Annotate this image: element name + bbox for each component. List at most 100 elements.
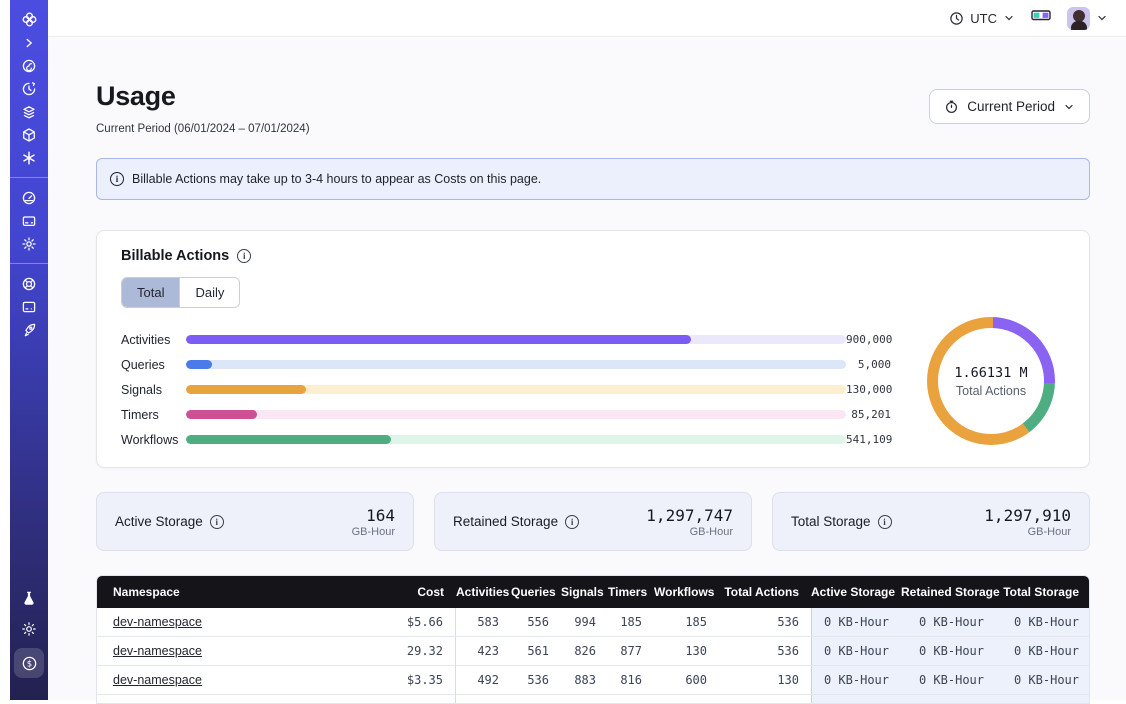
bar-value: 541,109 [846, 433, 892, 446]
namespaces-icon[interactable] [14, 54, 44, 77]
timezone-selector[interactable]: UTC [949, 11, 1015, 26]
storage-value: 1,297,747 [646, 506, 733, 525]
col-signals: Signals [561, 585, 608, 599]
billable-actions-card: Billable Actions i Total Daily Activitie… [96, 230, 1090, 468]
bar-fill [186, 335, 691, 344]
bar-value: 900,000 [846, 333, 892, 346]
info-icon: i [110, 172, 124, 186]
svg-text:$: $ [26, 659, 31, 669]
page-subtitle: Current Period (06/01/2024 – 07/01/2024) [96, 123, 310, 135]
chevron-down-icon [1063, 101, 1075, 113]
billable-actions-title: Billable Actions i [121, 248, 251, 264]
getting-started-rocket-icon[interactable] [14, 318, 44, 341]
queries-cell: 536 [511, 673, 561, 687]
user-avatar [1067, 7, 1090, 30]
cli-terminal-icon[interactable] [14, 295, 44, 318]
queries-cell: 556 [511, 615, 561, 629]
col-cost: Cost [359, 576, 456, 608]
usage-dollar-icon[interactable]: $ [14, 648, 44, 678]
queries-cell: 561 [511, 644, 561, 658]
signals-cell: 994 [561, 615, 608, 629]
active-storage-cell: 0 KB-Hour [811, 666, 901, 694]
bar-value: 5,000 [858, 358, 891, 371]
current-period-dropdown[interactable]: Current Period [929, 89, 1090, 124]
col-active-storage: Active Storage [811, 585, 901, 599]
workflows-cell: 185 [654, 615, 719, 629]
donut-center: 1.66131 M Total Actions [927, 317, 1055, 445]
billable-actions-tabs: Total Daily [121, 277, 240, 308]
bar-label: Workflows [121, 433, 186, 447]
col-namespace: Namespace [97, 585, 359, 599]
retained-storage-cell: 0 KB-Hour [901, 666, 996, 694]
info-icon[interactable]: i [878, 515, 892, 529]
storage-card-value-block: 164 GB-Hour [352, 506, 395, 538]
total-storage-cell: 0 KB-Hour [996, 608, 1090, 636]
labs-flask-icon[interactable] [14, 586, 44, 609]
col-total-actions: Total Actions [719, 585, 811, 599]
storage-unit: GB-Hour [646, 526, 733, 538]
bar-fill [186, 360, 212, 369]
info-icon[interactable]: i [237, 249, 251, 263]
expand-sidebar-chevron-icon[interactable] [14, 31, 44, 54]
storage-card-label: Active Storage i [115, 514, 224, 529]
storage-card-label: Retained Storage i [453, 514, 579, 529]
namespace-link[interactable]: dev-namespace [113, 615, 202, 629]
active-storage-cell: 0 KB-Hour [811, 608, 901, 636]
storage-unit: GB-Hour [352, 526, 395, 538]
stopwatch-icon [944, 99, 959, 114]
bar-value: 130,000 [846, 383, 892, 396]
donut-total-label: Total Actions [956, 384, 1026, 398]
storage-card-value-block: 1,297,910 GB-Hour [984, 506, 1071, 538]
sidebar: $ [10, 0, 48, 700]
usage-gauge-icon[interactable] [14, 186, 44, 209]
table-row-partial [97, 695, 1089, 703]
col-queries: Queries [511, 585, 561, 599]
bar-track [186, 385, 846, 394]
storage-card-label: Total Storage i [791, 514, 892, 529]
col-activities: Activities [456, 585, 511, 599]
activities-cell: 583 [456, 615, 511, 629]
total-storage-card: Total Storage i 1,297,910 GB-Hour [772, 492, 1090, 551]
total-actions-cell: 130 [719, 673, 811, 687]
period-button-label: Current Period [967, 99, 1055, 114]
cost-cell: 29.32 [359, 637, 456, 665]
retained-storage-card: Retained Storage i 1,297,747 GB-Hour [434, 492, 752, 551]
billing-card-icon[interactable] [14, 209, 44, 232]
signals-cell: 883 [561, 673, 608, 687]
storage-label-text: Active Storage [115, 514, 203, 529]
namespace-link[interactable]: dev-namespace [113, 644, 202, 658]
stacks-layers-icon[interactable] [14, 100, 44, 123]
bar-track [186, 335, 846, 344]
storage-value: 164 [352, 506, 395, 525]
schedules-clock-icon[interactable] [14, 77, 44, 100]
storage-card-value-block: 1,297,747 GB-Hour [646, 506, 733, 538]
retained-storage-cell: 0 KB-Hour [901, 637, 996, 665]
tab-total[interactable]: Total [122, 278, 179, 307]
theme-sun-icon[interactable] [14, 617, 44, 640]
cost-cell: $5.66 [359, 608, 456, 636]
bar-row-signals: Signals 130,000 [121, 377, 891, 402]
support-lifering-icon[interactable] [14, 272, 44, 295]
retained-storage-cell: 0 KB-Hour [901, 608, 996, 636]
deployments-cube-icon[interactable] [14, 123, 44, 146]
feedback-glasses-icon[interactable] [1031, 8, 1051, 28]
active-storage-card: Active Storage i 164 GB-Hour [96, 492, 414, 551]
total-storage-cell: 0 KB-Hour [996, 637, 1090, 665]
info-icon[interactable]: i [210, 515, 224, 529]
table-row: dev-namespace $3.35 492 536 883 816 600 … [97, 666, 1089, 695]
clock-icon [949, 11, 964, 26]
bar-fill [186, 410, 257, 419]
namespace-link[interactable]: dev-namespace [113, 673, 202, 687]
user-menu[interactable] [1067, 7, 1108, 30]
tab-daily[interactable]: Daily [179, 278, 239, 307]
chevron-down-icon [1096, 12, 1108, 24]
signals-cell: 826 [561, 644, 608, 658]
temporal-logo-icon[interactable] [14, 8, 44, 31]
bar-fill [186, 435, 391, 444]
nexus-asterisk-icon[interactable] [14, 146, 44, 169]
info-icon[interactable]: i [565, 515, 579, 529]
storage-label-text: Retained Storage [453, 514, 558, 529]
settings-gear-icon[interactable] [14, 232, 44, 255]
timers-cell: 877 [608, 644, 654, 658]
col-timers: Timers [608, 585, 654, 599]
